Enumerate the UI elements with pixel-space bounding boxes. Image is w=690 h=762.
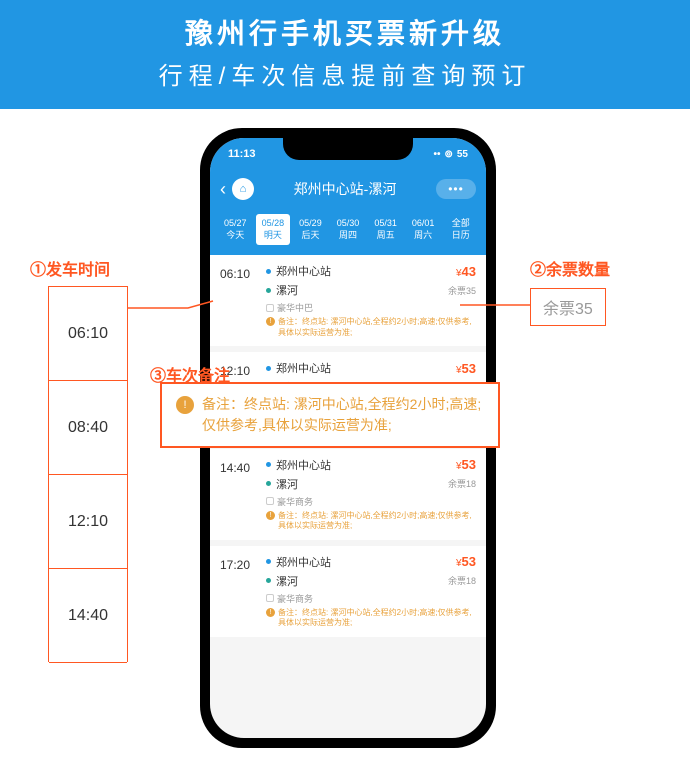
trip-note: !备注：终点站: 漯河中心站,全程约2小时;高速;仅供参考,具体以实际运营为准; xyxy=(266,317,476,338)
callout-line-2 xyxy=(460,292,532,312)
date-tab-label: 明天 xyxy=(256,230,291,242)
note-badge-icon: ! xyxy=(176,396,194,414)
trip-body: 郑州中心站 ¥43 漯河 余票35 豪华中巴 !备注：终点站: 漯河中心站,全程… xyxy=(266,263,476,338)
back-button[interactable]: ‹ xyxy=(220,179,226,200)
checkbox-icon xyxy=(266,304,274,312)
trip-note: !备注：终点站: 漯河中心站,全程约2小时;高速;仅供参考,具体以实际运营为准; xyxy=(266,511,476,532)
checkbox-icon xyxy=(266,594,274,602)
note-callout: ! 备注：终点站: 漯河中心站,全程约2小时;高速;仅供参考,具体以实际运营为准… xyxy=(160,382,500,448)
promo-banner: 豫州行手机买票新升级 行程/车次信息提前查询预订 xyxy=(0,0,690,109)
annotation-depart-time: ①发车时间 xyxy=(30,256,110,280)
date-tab-date: 05/27 xyxy=(218,218,253,230)
date-tab-label: 周四 xyxy=(331,230,366,242)
ladder-time: 08:40 xyxy=(49,380,127,475)
ladder-time: 12:10 xyxy=(49,474,127,569)
date-tab-date: 05/31 xyxy=(368,218,403,230)
dot-icon xyxy=(266,366,271,371)
trip-price: ¥43 xyxy=(456,264,476,279)
dot-icon xyxy=(266,559,271,564)
dot-icon xyxy=(266,481,271,486)
trip-type: 豪华商务 xyxy=(266,495,476,508)
battery-icon: 55 xyxy=(457,149,468,160)
trip-body: 郑州中心站 ¥53 漯河 余票18 豪华商务 !备注：终点站: 漯河中心站,全程… xyxy=(266,554,476,629)
trip-to: 漯河 xyxy=(266,476,298,492)
info-icon: ! xyxy=(266,608,275,617)
checkbox-icon xyxy=(266,497,274,505)
trip-from: 郑州中心站 xyxy=(266,360,331,376)
date-tab-date: 全部 xyxy=(443,218,478,230)
ladder-time: 06:10 xyxy=(49,286,127,381)
trip-time: 17:20 xyxy=(220,554,256,629)
info-icon: ! xyxy=(266,317,275,326)
dot-icon xyxy=(266,269,271,274)
trip-item[interactable]: 17:20 郑州中心站 ¥53 漯河 余票18 豪华商务 !备注：终点站: 漯河… xyxy=(210,546,486,637)
trip-to: 漯河 xyxy=(266,573,298,589)
date-tab[interactable]: 06/01周六 xyxy=(406,214,441,245)
info-icon: ! xyxy=(266,511,275,520)
status-time: 11:13 xyxy=(228,148,256,160)
trip-body: 郑州中心站 ¥53 漯河 余票18 豪华商务 !备注：终点站: 漯河中心站,全程… xyxy=(266,457,476,532)
date-tab-label: 日历 xyxy=(443,230,478,242)
date-tab-date: 06/01 xyxy=(406,218,441,230)
date-tabs: 05/27今天05/28明天05/29后天05/30周四05/31周五06/01… xyxy=(210,208,486,255)
trip-note: !备注：终点站: 漯河中心站,全程约2小时;高速;仅供参考,具体以实际运营为准; xyxy=(266,608,476,629)
trip-item[interactable]: 14:40 郑州中心站 ¥53 漯河 余票18 豪华商务 !备注：终点站: 漯河… xyxy=(210,449,486,540)
dot-icon xyxy=(266,288,271,293)
annotation-tickets: ②余票数量 xyxy=(530,256,610,280)
trip-tickets: 余票18 xyxy=(448,477,476,490)
date-tab[interactable]: 05/28明天 xyxy=(256,214,291,245)
date-tab-label: 周六 xyxy=(406,230,441,242)
home-button[interactable]: ⌂ xyxy=(232,178,254,200)
date-tab-date: 05/28 xyxy=(256,218,291,230)
date-tab[interactable]: 05/30周四 xyxy=(331,214,366,245)
trip-tickets: 余票18 xyxy=(448,574,476,587)
time-ladder: 06:1008:4012:1014:40 xyxy=(48,286,128,662)
trip-to: 漯河 xyxy=(266,282,298,298)
trip-price: ¥53 xyxy=(456,554,476,569)
trip-from: 郑州中心站 xyxy=(266,554,331,570)
dot-icon xyxy=(266,578,271,583)
date-tab[interactable]: 05/31周五 xyxy=(368,214,403,245)
date-tab[interactable]: 05/29后天 xyxy=(293,214,328,245)
trip-item[interactable]: 06:10 郑州中心站 ¥43 漯河 余票35 豪华中巴 !备注：终点站: 漯河… xyxy=(210,255,486,346)
trip-time: 06:10 xyxy=(220,263,256,338)
date-tab-label: 后天 xyxy=(293,230,328,242)
date-tab-date: 05/30 xyxy=(331,218,366,230)
date-tab-label: 周五 xyxy=(368,230,403,242)
nav-bar: ‹ ⌂ 郑州中心站-漯河 ••• xyxy=(210,170,486,208)
trip-price: ¥53 xyxy=(456,457,476,472)
trip-type: 豪华商务 xyxy=(266,592,476,605)
status-icons: •• ⊚ 55 xyxy=(433,149,468,160)
trip-price: ¥53 xyxy=(456,361,476,376)
trip-from: 郑州中心站 xyxy=(266,263,331,279)
signal-icon: •• xyxy=(433,149,440,160)
phone-notch xyxy=(283,138,413,160)
ladder-time: 14:40 xyxy=(49,568,127,663)
callout-line-1 xyxy=(128,298,218,318)
banner-subtitle: 行程/车次信息提前查询预订 xyxy=(0,56,690,91)
date-tab[interactable]: 05/27今天 xyxy=(218,214,253,245)
trip-type: 豪华中巴 xyxy=(266,301,476,314)
wifi-icon: ⊚ xyxy=(444,149,452,160)
more-button[interactable]: ••• xyxy=(436,179,476,199)
note-callout-text: 备注：终点站: 漯河中心站,全程约2小时;高速;仅供参考,具体以实际运营为准; xyxy=(202,394,484,436)
banner-title: 豫州行手机买票新升级 xyxy=(0,12,690,52)
trip-time: 14:40 xyxy=(220,457,256,532)
date-tab-label: 今天 xyxy=(218,230,253,242)
trip-from: 郑州中心站 xyxy=(266,457,331,473)
date-tab-date: 05/29 xyxy=(293,218,328,230)
ticket-callout: 余票35 xyxy=(530,288,606,326)
dot-icon xyxy=(266,462,271,467)
nav-title: 郑州中心站-漯河 xyxy=(254,179,436,199)
date-tab[interactable]: 全部日历 xyxy=(443,214,478,245)
